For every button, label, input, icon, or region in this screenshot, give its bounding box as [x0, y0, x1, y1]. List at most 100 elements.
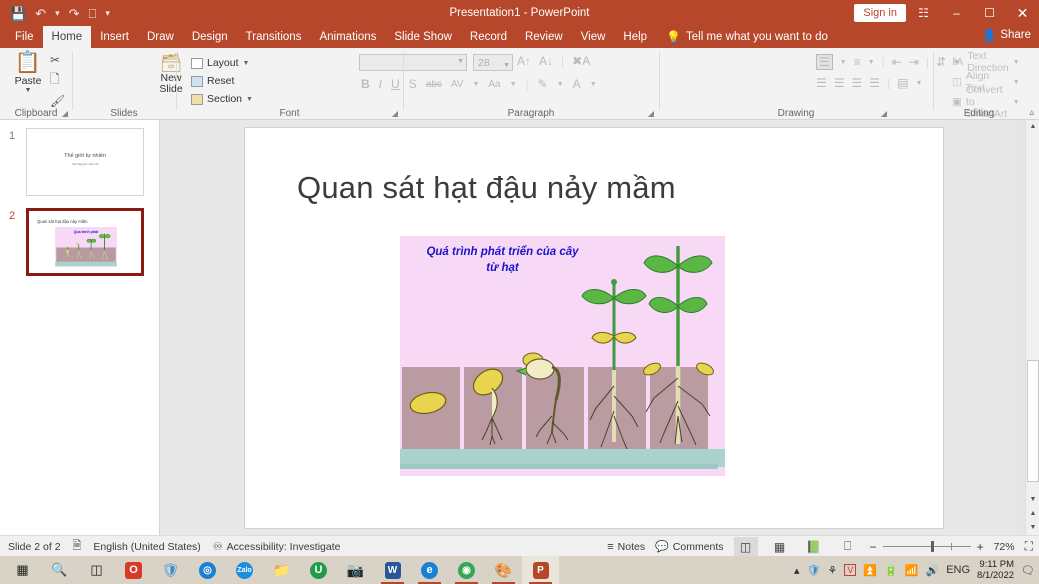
tab-insert[interactable]: Insert	[91, 26, 138, 48]
clipboard-mini-commands: ✂ 🗋 🖌	[50, 53, 65, 111]
notification-center-icon[interactable]: 🗨	[1021, 564, 1035, 577]
camera-icon[interactable]: 📷	[337, 556, 374, 584]
tab-file[interactable]: File	[6, 26, 43, 48]
close-button[interactable]: ✕	[1006, 0, 1039, 26]
ribbon-tab-bar: File Home Insert Draw Design Transitions…	[0, 26, 1039, 48]
clipboard-dialog-launcher[interactable]: ◢	[62, 109, 68, 118]
italic-button[interactable]: I	[379, 77, 382, 91]
slide-thumbnail-1[interactable]: 1 Thế giới tự nhiên Tác Nguyễn Văn Hà	[4, 128, 156, 198]
bold-button[interactable]: B	[361, 77, 370, 91]
slide-thumbnail-pane[interactable]: 1 Thế giới tự nhiên Tác Nguyễn Văn Hà 2 …	[0, 120, 160, 535]
paste-dropdown-icon[interactable]: ▼	[8, 87, 48, 94]
scroll-down-icon[interactable]: ▼	[1026, 493, 1039, 507]
restore-button[interactable]: ☐	[973, 0, 1006, 26]
copy-icon[interactable]: 🗋	[50, 70, 65, 91]
zoom-in-button[interactable]: +	[977, 540, 984, 554]
slide-title-placeholder[interactable]: Quan sát hạt đậu nảy mầm	[297, 170, 897, 206]
slide-editing-area[interactable]: Quan sát hạt đậu nảy mầm Quá trình phát …	[160, 120, 1015, 535]
chrome-icon[interactable]: ◉	[448, 556, 485, 584]
battery-icon[interactable]: 🔋	[884, 564, 898, 577]
screen-recorder-icon[interactable]: ⚘	[828, 564, 838, 577]
tab-animations[interactable]: Animations	[310, 26, 385, 48]
current-slide[interactable]: Quan sát hạt đậu nảy mầm Quá trình phát …	[244, 127, 944, 529]
reading-view-button[interactable]: 📗	[802, 537, 826, 556]
ribbon-group-slides: 🗃 New Slide Layout ▼ Reset Section ▼ Sli…	[73, 48, 175, 120]
vertical-scrollbar[interactable]: ▲ ▼ ▲ ▼	[1025, 120, 1039, 535]
tab-record[interactable]: Record	[461, 26, 516, 48]
zoom-level-label[interactable]: 72%	[994, 541, 1015, 553]
unikey-icon[interactable]: U	[300, 556, 337, 584]
status-left: Slide 2 of 2 🗎 English (United States) ♾…	[8, 536, 340, 557]
previous-slide-icon[interactable]: ▲	[1026, 507, 1039, 521]
collapse-ribbon-icon[interactable]: ▵	[1029, 107, 1034, 118]
tab-transitions[interactable]: Transitions	[237, 26, 311, 48]
zoom-slider[interactable]: − +	[870, 540, 984, 554]
minimize-button[interactable]: –	[940, 0, 973, 26]
ribbon-display-options-icon[interactable]: ☷	[907, 0, 940, 26]
unikey-v-icon[interactable]: V	[844, 564, 856, 576]
tab-help[interactable]: Help	[614, 26, 656, 48]
status-bar: Slide 2 of 2 🗎 English (United States) ♾…	[0, 535, 1039, 556]
volume-icon[interactable]: 🔊	[926, 564, 940, 577]
zoom-track[interactable]	[883, 546, 971, 547]
tab-review[interactable]: Review	[516, 26, 572, 48]
slide-show-view-button[interactable]: ⎕	[836, 537, 860, 556]
drawing-dialog-launcher[interactable]: ◢	[881, 109, 887, 118]
tab-view[interactable]: View	[572, 26, 615, 48]
slide-thumbnail-2[interactable]: 2 Quan sát hạt đậu nảy mầm Quá trình phá…	[4, 208, 156, 278]
edge-icon[interactable]: e	[411, 556, 448, 584]
next-slide-icon[interactable]: ▼	[1026, 521, 1039, 535]
zoom-knob[interactable]	[931, 541, 934, 552]
tab-design[interactable]: Design	[183, 26, 237, 48]
shield-icon[interactable]: 🛡	[807, 564, 821, 577]
tell-me-box[interactable]: 💡 Tell me what you want to do	[666, 26, 828, 48]
normal-view-button[interactable]: ◫	[734, 537, 758, 556]
share-button[interactable]: 👤 Share	[982, 28, 1031, 42]
paragraph-dialog-launcher[interactable]: ◢	[648, 109, 654, 118]
font-dialog-launcher[interactable]: ◢	[392, 109, 398, 118]
wifi-icon[interactable]: 📶	[905, 564, 919, 577]
slide-number: 1	[4, 130, 20, 142]
slide-picture-germination[interactable]: Quá trình phát triển của cây từ hạt	[400, 236, 725, 476]
accessibility-button[interactable]: ♾ Accessibility: Investigate	[213, 540, 341, 553]
sign-in-button[interactable]: Sign in	[854, 4, 906, 22]
tab-slide-show[interactable]: Slide Show	[385, 26, 461, 48]
language-label[interactable]: English (United States)	[93, 541, 200, 553]
tab-draw[interactable]: Draw	[138, 26, 183, 48]
fit-to-window-icon[interactable]: ⛶	[1025, 539, 1033, 554]
cut-icon[interactable]: ✂	[50, 53, 65, 67]
scroll-up-icon[interactable]: ▲	[1026, 120, 1039, 134]
start-icon[interactable]: ▦	[4, 556, 41, 584]
language-indicator[interactable]: ENG	[946, 564, 970, 576]
font-group-label: Font	[177, 108, 402, 119]
underline-button[interactable]: U	[391, 77, 400, 91]
paste-button[interactable]: 📋 Paste ▼	[8, 52, 48, 94]
slide-notes-icon[interactable]: 🗎	[73, 537, 82, 556]
file-explorer-icon[interactable]: 📁	[263, 556, 300, 584]
taskbar-clock[interactable]: 9:11 PM 8/1/2022	[977, 559, 1014, 581]
zalo-icon[interactable]: Zalo	[226, 556, 263, 584]
window-controls: ☷ – ☐ ✕	[907, 0, 1039, 26]
bluetooth-icon[interactable]: ⏫	[863, 564, 877, 577]
powerpoint-icon[interactable]: P	[522, 556, 559, 584]
compass-browser-icon[interactable]: ◎	[189, 556, 226, 584]
show-hidden-icons-icon[interactable]: ▴	[794, 564, 800, 577]
opera-icon[interactable]: O	[115, 556, 152, 584]
notes-button[interactable]: ≡ Notes	[607, 541, 645, 553]
scrollbar-thumb[interactable]	[1027, 360, 1039, 482]
shield-security-icon[interactable]: 🛡	[152, 556, 189, 584]
tab-home[interactable]: Home	[43, 26, 92, 48]
ribbon-group-editing: 🔍 Find a⇄b Replace ▼ ▷ Select ▼ Editing	[934, 48, 1024, 120]
comments-button[interactable]: 💬 Comments	[655, 540, 723, 553]
format-painter-icon[interactable]: 🖌	[50, 94, 65, 108]
search-icon[interactable]: 🔍	[41, 556, 78, 584]
accessibility-label: Accessibility: Investigate	[227, 541, 341, 553]
zoom-out-button[interactable]: −	[870, 540, 877, 554]
title-bar: 💾 ↶ ▾ ↷ ⎕ ▾ Presentation1 - PowerPoint S…	[0, 0, 1039, 26]
task-view-icon[interactable]: ◫	[78, 556, 115, 584]
slide-thumbnail-preview: Quan sát hạt đậu nảy mầm Quá trình phát	[26, 208, 144, 276]
thumbnail-image: Quá trình phát	[55, 227, 117, 267]
paint-icon[interactable]: 🎨	[485, 556, 522, 584]
word-icon[interactable]: W	[374, 556, 411, 584]
slide-sorter-view-button[interactable]: ▦	[768, 537, 792, 556]
